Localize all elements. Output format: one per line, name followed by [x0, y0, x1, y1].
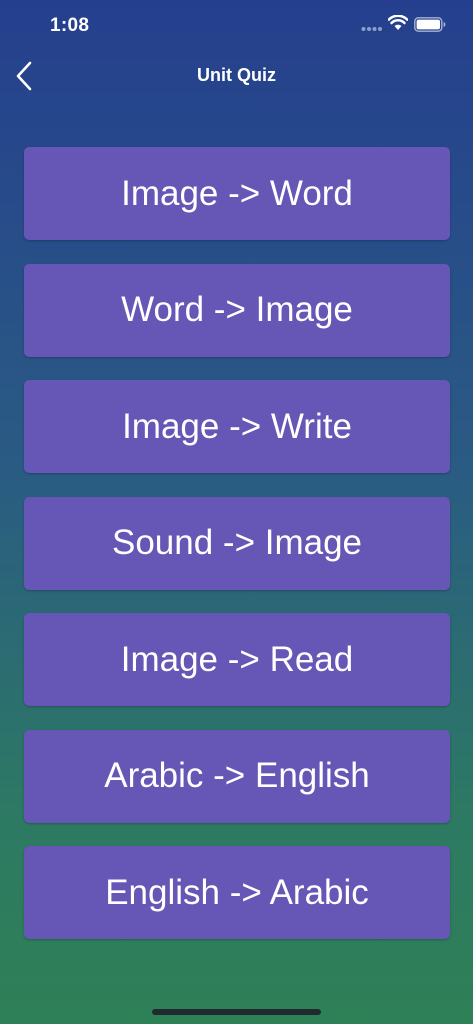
page-title: Unit Quiz	[197, 65, 276, 85]
battery-icon	[414, 17, 446, 32]
home-indicator[interactable]	[152, 1009, 321, 1015]
image-to-read-button[interactable]: Image -> Read	[24, 613, 450, 706]
navigation-bar: Unit Quiz	[0, 54, 473, 98]
english-to-arabic-button[interactable]: English -> Arabic	[24, 846, 450, 939]
word-to-image-button[interactable]: Word -> Image	[24, 263, 450, 357]
sound-to-image-button[interactable]: Sound -> Image	[24, 496, 450, 590]
signal-icon	[361, 27, 382, 31]
status-time: 1:08	[50, 15, 90, 36]
image-to-write-button[interactable]: Image -> Write	[24, 380, 450, 473]
arabic-to-english-button[interactable]: Arabic -> English	[24, 729, 450, 823]
wifi-icon	[388, 15, 408, 30]
quiz-option-list: Image -> Word Word -> Image Image -> Wri…	[24, 147, 450, 963]
status-bar: 1:08	[0, 0, 473, 54]
image-to-word-button[interactable]: Image -> Word	[24, 147, 450, 240]
